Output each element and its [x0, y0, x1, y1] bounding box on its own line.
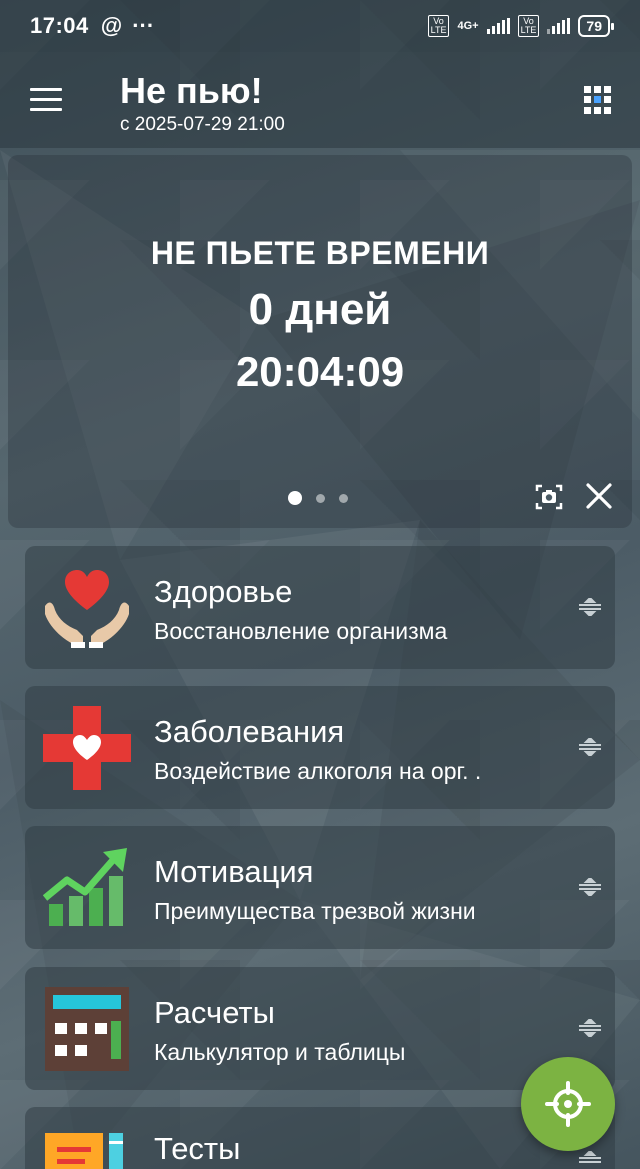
- drag-handle-icon[interactable]: [579, 878, 601, 896]
- sobriety-counter[interactable]: НЕ ПЬЕТЕ ВРЕМЕНИ 0 дней 20:04:09: [8, 155, 632, 528]
- card-title: Заболевания: [154, 714, 345, 749]
- card-diseases[interactable]: Заболевания Воздействие алкоголя на орг.…: [25, 686, 615, 809]
- app-title: Не пью!: [120, 70, 263, 111]
- card-title: Тесты: [154, 1131, 241, 1166]
- card-title: Расчеты: [154, 995, 275, 1030]
- battery-icon: 79: [578, 15, 614, 37]
- calculator-icon: [45, 987, 129, 1071]
- notification-at-icon: @: [100, 13, 123, 38]
- card-title: Здоровье: [154, 574, 293, 609]
- volte-icon: Vo LTE: [427, 15, 450, 37]
- drag-handle-icon[interactable]: [579, 598, 601, 616]
- signal-icon-2: [547, 18, 571, 34]
- counter-time: 20:04:09: [235, 348, 405, 395]
- drag-handle-icon[interactable]: [579, 738, 601, 756]
- apps-grid-icon[interactable]: [584, 86, 612, 114]
- drag-handle-icon[interactable]: [579, 1019, 601, 1037]
- volte-icon-2: Vo LTE: [517, 15, 540, 37]
- close-icon[interactable]: [584, 481, 614, 511]
- menu-icon[interactable]: [30, 88, 62, 112]
- drag-handle-icon[interactable]: [579, 1151, 601, 1169]
- crosshair-icon: [545, 1081, 591, 1127]
- page-dot-active: [288, 491, 302, 505]
- card-calculations[interactable]: Расчеты Калькулятор и таблицы: [25, 967, 615, 1090]
- status-bar: 17:04 @ ··· Vo LTE 4G+ Vo LTE 79: [0, 0, 640, 52]
- status-time: 17:04: [30, 13, 89, 38]
- card-description: Преимущества трезвой жизни: [154, 898, 476, 924]
- locate-fab[interactable]: [521, 1057, 615, 1151]
- card-title: Мотивация: [154, 854, 314, 889]
- page-indicator: [288, 491, 348, 505]
- network-type: 4G+: [457, 20, 479, 32]
- signal-icon: [486, 18, 510, 34]
- page-dot: [316, 493, 325, 503]
- card-description: Восстановление организма: [154, 618, 448, 644]
- counter-label: НЕ ПЬЕТЕ ВРЕМЕНИ: [150, 235, 490, 271]
- growth-chart-icon: [43, 848, 127, 926]
- tests-icon: [45, 1133, 123, 1169]
- app-subtitle: с 2025-07-29 21:00: [120, 114, 285, 135]
- page-dot: [339, 493, 348, 503]
- more-notifications-icon: ···: [132, 13, 155, 38]
- card-description: Калькулятор и таблицы: [154, 1039, 406, 1065]
- card-motivation[interactable]: Мотивация Преимущества трезвой жизни: [25, 826, 615, 949]
- app-bar: Не пью! с 2025-07-29 21:00: [0, 52, 640, 148]
- heart-hands-icon: [45, 570, 129, 648]
- card-description: Воздействие алкоголя на орг. .: [154, 758, 482, 784]
- medical-cross-heart-icon: [43, 706, 131, 790]
- screenshot-camera-icon[interactable]: [534, 482, 564, 512]
- counter-days: 0 дней: [248, 285, 392, 334]
- card-health[interactable]: Здоровье Восстановление организма: [25, 546, 615, 669]
